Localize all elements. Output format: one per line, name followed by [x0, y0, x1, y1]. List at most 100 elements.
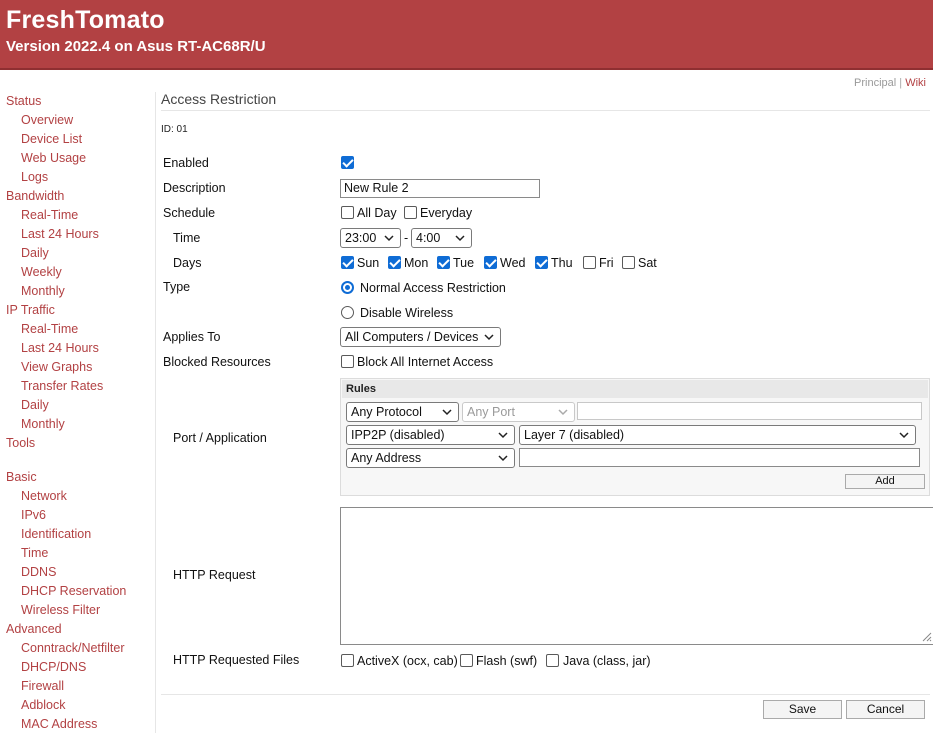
block-all-checkbox[interactable]: [341, 355, 354, 368]
everyday-label: Everyday: [420, 206, 473, 220]
schedule-label: Schedule: [163, 206, 216, 220]
day-sun-checkbox[interactable]: [341, 256, 354, 269]
principal-link[interactable]: Principal: [854, 77, 896, 89]
sidebar-item-basic[interactable]: Basic: [6, 470, 37, 484]
sidebar-item-daily[interactable]: Daily: [21, 246, 49, 260]
day-thu-checkbox[interactable]: [535, 256, 548, 269]
layer7-select[interactable]: Layer 7 (disabled): [519, 425, 916, 445]
sidebar-item-ip-traffic[interactable]: IP Traffic: [6, 303, 55, 317]
sidebar-item-dhcp-dns[interactable]: DHCP/DNS: [21, 660, 86, 674]
sidebar-item-conntrack-netfilter[interactable]: Conntrack/Netfilter: [21, 641, 125, 655]
end-time-select[interactable]: 4:00: [411, 228, 472, 248]
flash-checkbox[interactable]: [460, 654, 473, 667]
cancel-button[interactable]: Cancel: [846, 700, 925, 719]
chevron-down-icon: [498, 455, 508, 462]
enabled-checkbox[interactable]: [341, 156, 354, 169]
port-input[interactable]: [577, 402, 922, 420]
everyday-checkbox[interactable]: [404, 206, 417, 219]
sidebar-item-wireless-filter[interactable]: Wireless Filter: [21, 603, 100, 617]
chevron-down-icon: [442, 409, 452, 416]
sidebar-nav: Status Overview Device List Web Usage Logs Ba…: [0, 92, 156, 733]
day-sun-label: Sun: [357, 256, 380, 270]
chevron-down-icon: [498, 432, 508, 439]
sidebar-item-daily[interactable]: Daily: [21, 398, 49, 412]
sidebar-item-last-24-hours[interactable]: Last 24 Hours: [21, 227, 99, 241]
port-select[interactable]: Any Port: [462, 402, 575, 422]
day-wed-checkbox[interactable]: [484, 256, 497, 269]
chevron-down-icon: [899, 432, 909, 439]
java-label: Java (class, jar): [563, 654, 651, 668]
normal-restriction-radio[interactable]: [341, 281, 354, 294]
address-input[interactable]: [519, 448, 920, 467]
day-sat-checkbox[interactable]: [622, 256, 635, 269]
sidebar-item-weekly[interactable]: Weekly: [21, 265, 62, 279]
all-day-label: All Day: [357, 206, 397, 220]
description-input[interactable]: New Rule 2: [340, 179, 540, 198]
day-fri-label: Fri: [599, 256, 614, 270]
day-sat-label: Sat: [638, 256, 657, 270]
footer-divider: [161, 694, 930, 695]
applies-to-select[interactable]: All Computers / Devices: [340, 327, 501, 347]
day-thu-label: Thu: [551, 256, 573, 270]
sidebar-item-device-list[interactable]: Device List: [21, 132, 82, 146]
port-application-label: Port / Application: [173, 431, 267, 445]
sidebar-item-dhcp-reservation[interactable]: DHCP Reservation: [21, 584, 126, 598]
resize-grip-icon[interactable]: [920, 630, 932, 642]
sidebar-item-ipv6[interactable]: IPv6: [21, 508, 46, 522]
all-day-checkbox[interactable]: [341, 206, 354, 219]
address-select[interactable]: Any Address: [346, 448, 515, 468]
page-title: Access Restriction: [161, 91, 277, 107]
days-label: Days: [173, 256, 202, 270]
app-header: FreshTomato Version 2022.4 on Asus RT-AC…: [0, 0, 933, 70]
sidebar-item-firewall[interactable]: Firewall: [21, 679, 64, 693]
type-label: Type: [163, 280, 191, 294]
http-request-textarea[interactable]: [340, 507, 933, 645]
port-value: Any Port: [467, 405, 515, 419]
rules-header: Rules: [342, 380, 928, 398]
sidebar-item-real-time[interactable]: Real-Time: [21, 322, 78, 336]
sidebar-item-network[interactable]: Network: [21, 489, 67, 503]
http-request-label: HTTP Request: [173, 568, 256, 582]
sidebar-item-adblock[interactable]: Adblock: [21, 698, 65, 712]
flash-label: Flash (swf): [476, 654, 538, 668]
sidebar-item-identification[interactable]: Identification: [21, 527, 91, 541]
top-links: Principal | Wiki: [854, 77, 926, 89]
sidebar-item-ddns[interactable]: DDNS: [21, 565, 56, 579]
sidebar-item-logs[interactable]: Logs: [21, 170, 48, 184]
sidebar-item-advanced[interactable]: Advanced: [6, 622, 62, 636]
sidebar-item-view-graphs[interactable]: View Graphs: [21, 360, 92, 374]
sidebar-item-mac-address[interactable]: MAC Address: [21, 717, 97, 731]
wiki-link[interactable]: Wiki: [905, 77, 926, 89]
day-mon-label: Mon: [404, 256, 429, 270]
day-tue-checkbox[interactable]: [437, 256, 450, 269]
sidebar-item-tools[interactable]: Tools: [6, 436, 35, 450]
sidebar-item-last-24-hours[interactable]: Last 24 Hours: [21, 341, 99, 355]
sidebar-item-transfer-rates[interactable]: Transfer Rates: [21, 379, 103, 393]
disable-wireless-label: Disable Wireless: [360, 306, 454, 320]
block-all-label: Block All Internet Access: [357, 355, 494, 369]
sidebar-item-status[interactable]: Status: [6, 94, 41, 108]
day-fri-checkbox[interactable]: [583, 256, 596, 269]
java-checkbox[interactable]: [546, 654, 559, 667]
normal-restriction-label: Normal Access Restriction: [360, 281, 506, 295]
sidebar-item-monthly[interactable]: Monthly: [21, 284, 65, 298]
ipp2p-select[interactable]: IPP2P (disabled): [346, 425, 515, 445]
sidebar-item-web-usage[interactable]: Web Usage: [21, 151, 86, 165]
end-time-value: 4:00: [416, 231, 441, 245]
activex-checkbox[interactable]: [341, 654, 354, 667]
sidebar-item-time[interactable]: Time: [21, 546, 48, 560]
sidebar-item-overview[interactable]: Overview: [21, 113, 73, 127]
disable-wireless-radio[interactable]: [341, 306, 354, 319]
sidebar-item-real-time[interactable]: Real-Time: [21, 208, 78, 222]
add-rule-button[interactable]: Add: [845, 474, 925, 489]
http-files-label: HTTP Requested Files: [173, 653, 300, 667]
protocol-value: Any Protocol: [351, 405, 422, 419]
chevron-down-icon: [484, 334, 494, 341]
rule-id: ID: 01: [161, 124, 188, 135]
sidebar-item-bandwidth[interactable]: Bandwidth: [6, 189, 64, 203]
protocol-select[interactable]: Any Protocol: [346, 402, 459, 422]
sidebar-item-monthly[interactable]: Monthly: [21, 417, 65, 431]
save-button[interactable]: Save: [763, 700, 842, 719]
start-time-select[interactable]: 23:00: [340, 228, 401, 248]
day-mon-checkbox[interactable]: [388, 256, 401, 269]
